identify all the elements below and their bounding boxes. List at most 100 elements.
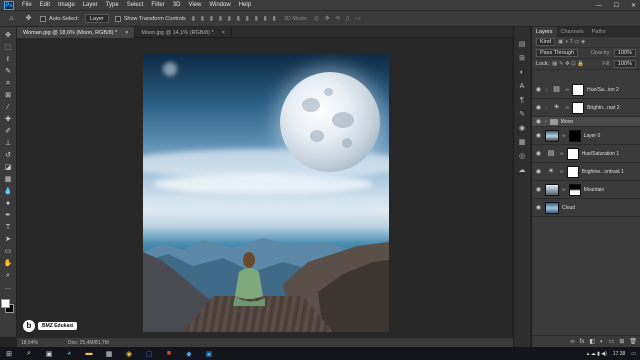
layer-mask-thumbnail[interactable]: [568, 183, 581, 196]
adjustments-icon[interactable]: ◐: [517, 67, 527, 77]
transform-controls-checkbox[interactable]: Show Transform Controls: [114, 15, 186, 22]
filter-icons[interactable]: ▣ ◑ T ▭ ◈: [558, 39, 585, 45]
edge-icon[interactable]: ◕: [64, 350, 74, 357]
new-layer-icon[interactable]: ⊞: [619, 338, 624, 345]
store-icon[interactable]: ▦: [104, 350, 114, 358]
character-icon[interactable]: A: [517, 81, 527, 91]
layer-row[interactable]: ◉ ▤ ∞ Hue/Saturation 1: [532, 145, 640, 163]
layer-thumbnail[interactable]: [545, 129, 559, 142]
chain-icon[interactable]: ∞: [560, 151, 564, 157]
layer-row[interactable]: ◉ ∞ Layer 0: [532, 127, 640, 145]
link-layers-icon[interactable]: ∞: [570, 339, 574, 345]
layer-row[interactable]: ◉ ☀ ∞ Brightne...ontrast 1: [532, 163, 640, 181]
layer-group-row[interactable]: ◉ › Moon: [532, 117, 640, 127]
close-button[interactable]: ✕: [631, 2, 636, 9]
maximize-button[interactable]: ☐: [614, 2, 619, 9]
chain-icon[interactable]: ∞: [566, 87, 570, 93]
menu-3d[interactable]: 3D: [173, 2, 181, 8]
foreground-color[interactable]: [1, 299, 10, 308]
layer-row[interactable]: ◉ ∞ Mountain: [532, 181, 640, 199]
layer-mask-thumbnail[interactable]: [572, 101, 585, 114]
app-icon[interactable]: ◆: [184, 350, 194, 358]
zoom-tool-icon[interactable]: ⌕: [3, 271, 14, 281]
file-explorer-icon[interactable]: ▬: [84, 350, 94, 357]
rectangle-tool-icon[interactable]: ▭: [3, 247, 14, 257]
brush-tool-icon[interactable]: ✐: [3, 127, 14, 137]
marquee-tool-icon[interactable]: ⬚: [3, 43, 14, 53]
tab-paths[interactable]: Paths: [588, 27, 610, 37]
pen-tool-icon[interactable]: ✒: [3, 211, 14, 221]
styles-icon[interactable]: ◎: [517, 151, 527, 161]
color-swatches[interactable]: [1, 299, 15, 313]
menu-layer[interactable]: Layer: [83, 2, 98, 8]
new-adjustment-icon[interactable]: ◐: [600, 339, 604, 345]
close-tab-icon[interactable]: ×: [125, 30, 128, 36]
app-icon[interactable]: ■: [164, 350, 174, 357]
chain-icon[interactable]: ∞: [566, 105, 570, 111]
zoom-level[interactable]: 18,64%: [21, 340, 38, 346]
chevron-right-icon[interactable]: ›: [545, 119, 547, 125]
menu-type[interactable]: Type: [106, 2, 119, 8]
eye-icon[interactable]: ◉: [535, 150, 542, 157]
minimize-button[interactable]: —: [596, 3, 602, 9]
properties-icon[interactable]: ⊞: [517, 53, 527, 63]
menu-file[interactable]: File: [22, 2, 32, 8]
eraser-tool-icon[interactable]: ◪: [3, 163, 14, 173]
dodge-tool-icon[interactable]: ●: [3, 199, 14, 209]
eye-icon[interactable]: ◉: [535, 186, 542, 193]
notification-icon[interactable]: ▭: [631, 351, 636, 357]
crop-tool-icon[interactable]: ⌗: [3, 79, 14, 89]
hand-tool-icon[interactable]: ✋: [3, 259, 14, 269]
frame-tool-icon[interactable]: ⊠: [3, 91, 14, 101]
menu-image[interactable]: Image: [58, 2, 75, 8]
add-mask-icon[interactable]: ◧: [589, 338, 595, 345]
paragraph-icon[interactable]: ¶: [517, 95, 527, 105]
windows-start-icon[interactable]: ⊞: [4, 350, 14, 358]
clone-stamp-icon[interactable]: ⊥: [3, 139, 14, 149]
tab-channels[interactable]: Channels: [557, 27, 588, 37]
blend-mode-dropdown[interactable]: Pass Through: [536, 49, 579, 57]
delete-layer-icon[interactable]: 🗑: [629, 338, 637, 345]
type-tool-icon[interactable]: T: [3, 223, 14, 233]
layer-mask-thumbnail[interactable]: [566, 147, 579, 160]
home-icon[interactable]: ⌂: [6, 14, 17, 24]
menu-window[interactable]: Window: [209, 2, 230, 8]
auto-select-checkbox[interactable]: Auto-Select:: [40, 15, 79, 22]
auto-select-dropdown[interactable]: Layer: [84, 14, 109, 23]
new-group-icon[interactable]: ▭: [609, 338, 615, 345]
chain-icon[interactable]: ∞: [562, 133, 566, 139]
close-tab-icon[interactable]: ×: [222, 30, 225, 36]
move-tool-icon[interactable]: ✥: [3, 31, 14, 41]
app-icon[interactable]: ▢: [144, 350, 154, 358]
lasso-tool-icon[interactable]: ℓ: [3, 55, 14, 65]
menu-edit[interactable]: Edit: [40, 2, 50, 8]
eye-icon[interactable]: ◉: [535, 132, 542, 139]
color-icon[interactable]: ◉: [517, 123, 527, 133]
blur-tool-icon[interactable]: 💧: [3, 187, 14, 197]
healing-brush-icon[interactable]: ✚: [3, 115, 14, 125]
menu-help[interactable]: Help: [239, 2, 251, 8]
chain-icon[interactable]: ∞: [560, 169, 564, 175]
quick-select-tool-icon[interactable]: ✎: [3, 67, 14, 77]
align-icons[interactable]: ▮ ▮ ▮ ▮ ▮ ▮ ▮ ▮ ▮ ▮: [192, 15, 278, 22]
photoshop-taskbar-icon[interactable]: ▣: [204, 350, 214, 358]
kind-filter-dropdown[interactable]: Kind: [536, 38, 556, 46]
3d-mode-icons[interactable]: ◎ ✥ ⟲ ▯ ▭: [314, 15, 363, 22]
menu-filter[interactable]: Filter: [151, 2, 164, 8]
layer-row[interactable]: ◉ ↓ ☀ ∞ Brightn...rast 2: [532, 99, 640, 117]
more-tools-icon[interactable]: …: [3, 283, 14, 293]
path-select-icon[interactable]: ➤: [3, 235, 14, 245]
history-brush-icon[interactable]: ↺: [3, 151, 14, 161]
tab-moon[interactable]: Moon.jpg @ 14,1% (RGB/8) * ×: [135, 27, 232, 38]
fx-icon[interactable]: fx: [580, 339, 585, 345]
eyedropper-tool-icon[interactable]: ⁄: [3, 103, 14, 113]
layer-mask-thumbnail[interactable]: [572, 83, 585, 96]
libraries-icon[interactable]: ☁: [517, 165, 527, 175]
brush-settings-icon[interactable]: ✎: [517, 109, 527, 119]
eye-icon[interactable]: ◉: [535, 86, 542, 93]
chain-icon[interactable]: ∞: [562, 187, 566, 193]
menu-view[interactable]: View: [188, 2, 201, 8]
eye-icon[interactable]: ◉: [535, 168, 542, 175]
tray-icons[interactable]: ▴ ☁ ▮ ◀): [587, 351, 607, 357]
canvas-area[interactable]: b BMZ Edukasi: [17, 38, 513, 338]
